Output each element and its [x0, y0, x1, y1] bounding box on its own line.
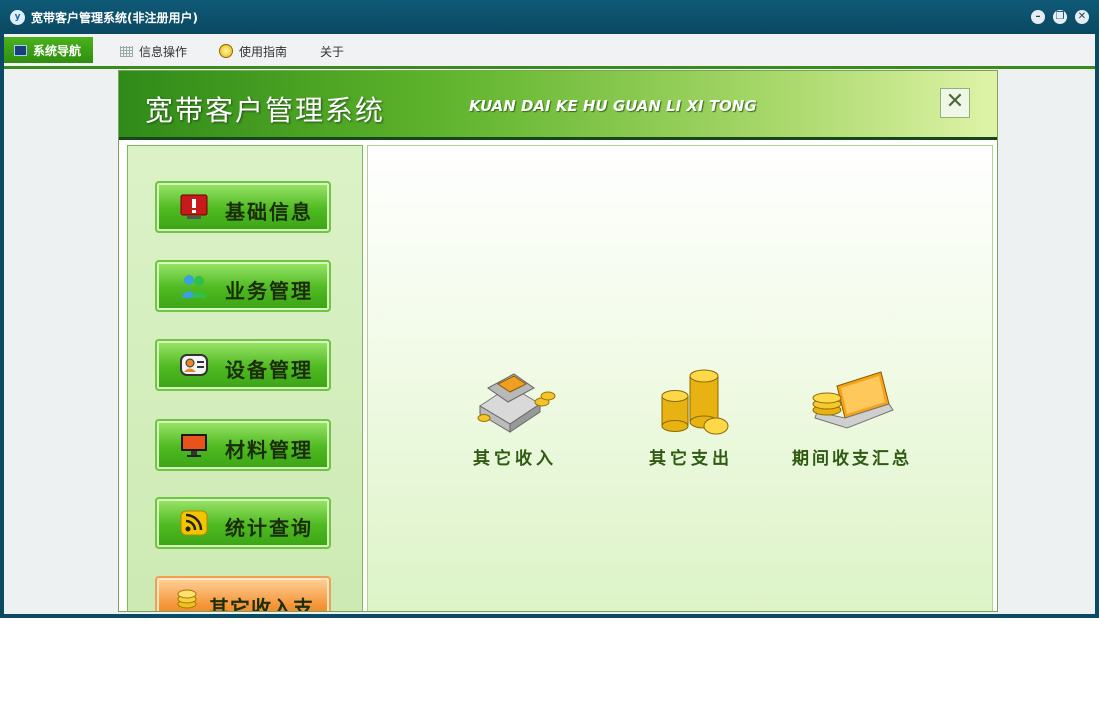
- feature-label: 其它收入: [473, 449, 557, 469]
- sidebar-item-business[interactable]: 业务管理: [155, 260, 331, 312]
- panel-close-button[interactable]: ✕: [940, 88, 970, 118]
- menu-label: 信息操作: [139, 44, 188, 59]
- app-window: y 宽带客户管理系统(非注册用户) – ❐ ✕ 系统导航 信息操作 使用指南 关…: [0, 0, 1099, 618]
- sidebar-item-basic-info[interactable]: 基础信息: [155, 181, 331, 233]
- grid-icon: [120, 45, 133, 57]
- feature-label: 期间收支汇总: [792, 449, 912, 469]
- restore-icon[interactable]: ❐: [1053, 10, 1067, 24]
- close-icon[interactable]: ✕: [1075, 10, 1089, 24]
- sidebar-item-statistics[interactable]: 统计查询: [155, 497, 331, 549]
- users-icon: [181, 275, 207, 298]
- window-title: 宽带客户管理系统(非注册用户): [31, 11, 198, 25]
- feature-period-summary[interactable]: 期间收支汇总: [772, 366, 932, 469]
- app-logo-icon: y: [10, 10, 25, 25]
- menu-label: 使用指南: [239, 44, 288, 59]
- menu-system-nav[interactable]: 系统导航: [4, 37, 94, 63]
- sidebar-item-materials[interactable]: 材料管理: [155, 419, 331, 471]
- menu-info-ops[interactable]: 信息操作: [120, 40, 187, 62]
- alert-monitor-icon: [180, 194, 208, 219]
- monitor-icon: [181, 434, 207, 457]
- sidebar-item-equipment[interactable]: 设备管理: [155, 339, 331, 391]
- menu-bar: 系统导航 信息操作 使用指南 关于: [4, 34, 1095, 69]
- feature-other-expense[interactable]: 其它支出: [626, 366, 756, 469]
- lightbulb-icon: [219, 44, 233, 58]
- page-subtitle: KUAN DAI KE HU GUAN LI XI TONG: [469, 97, 757, 115]
- menu-about[interactable]: 关于: [320, 40, 344, 62]
- menu-label: 关于: [320, 44, 345, 59]
- contact-card-icon: [180, 354, 208, 376]
- sidebar: 基础信息 业务管理 设备管理 材料管理 统计查询 其它收入支: [127, 145, 363, 612]
- title-bar[interactable]: y 宽带客户管理系统(非注册用户) – ❐ ✕: [0, 0, 1099, 34]
- sidebar-item-label: 材料管理: [225, 438, 313, 462]
- feature-label: 其它支出: [649, 449, 733, 469]
- sidebar-item-other-income-expense[interactable]: 其它收入支出: [155, 576, 331, 612]
- main-panel: 宽带客户管理系统 KUAN DAI KE HU GUAN LI XI TONG …: [118, 70, 998, 612]
- monitor-icon: [14, 44, 27, 56]
- coin-stack-icon: [661, 369, 729, 435]
- sidebar-item-label: 基础信息: [225, 200, 313, 224]
- rss-icon: [180, 510, 208, 536]
- sidebar-item-label: 其它收入支出: [209, 596, 314, 612]
- minimize-icon[interactable]: –: [1031, 10, 1045, 24]
- sidebar-item-label: 设备管理: [225, 358, 313, 382]
- header-banner: 宽带客户管理系统 KUAN DAI KE HU GUAN LI XI TONG …: [119, 71, 997, 140]
- menu-label: 系统导航: [33, 43, 82, 58]
- cash-register-icon: [477, 373, 556, 433]
- sidebar-item-label: 统计查询: [225, 516, 313, 540]
- coins-icon: [177, 589, 197, 609]
- menu-user-guide[interactable]: 使用指南: [219, 40, 287, 62]
- feature-other-income[interactable]: 其它收入: [450, 366, 580, 469]
- page-title: 宽带客户管理系统: [145, 94, 386, 127]
- sidebar-item-label: 业务管理: [225, 279, 313, 303]
- laptop-coins-icon: [812, 371, 894, 429]
- content-area: 其它收入 其它支出 期间收支汇总: [367, 145, 993, 611]
